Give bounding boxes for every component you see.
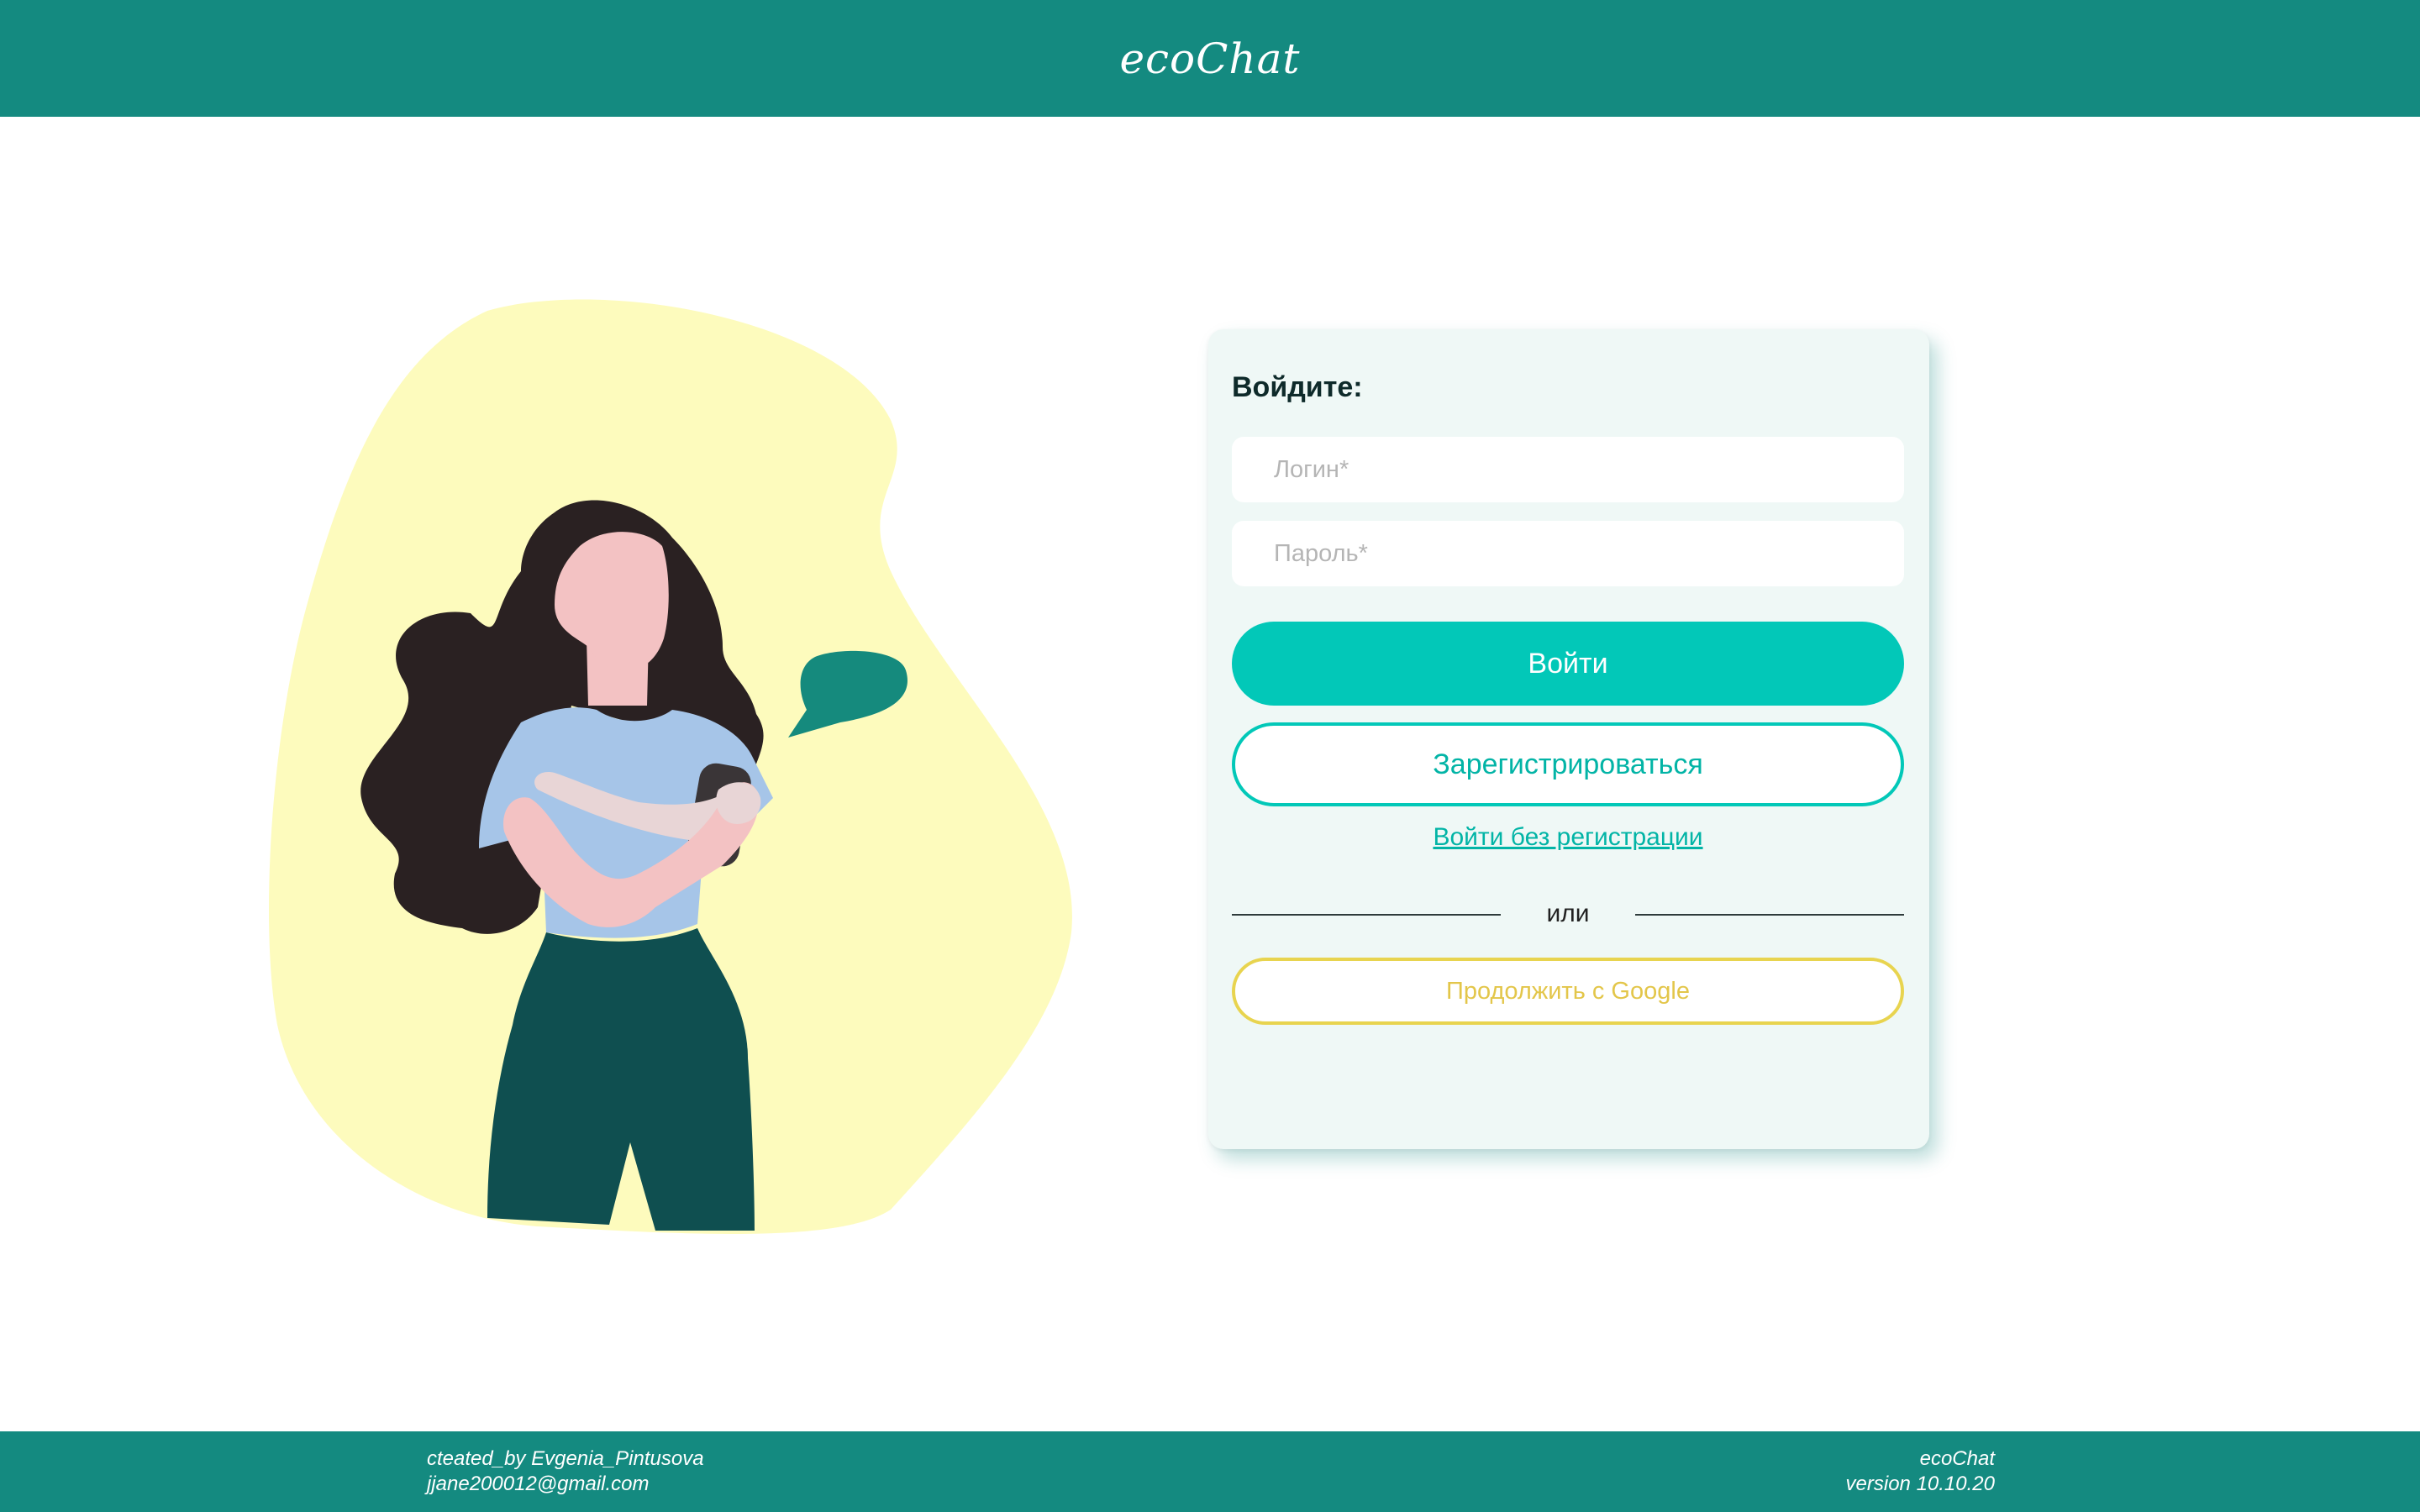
login-card: Войдите: Войти Зарегистрироваться Войти … <box>1208 329 1929 1149</box>
page-footer: cteated_by Evgenia_Pintusova jjane200012… <box>0 1431 2420 1512</box>
brand-logo[interactable]: ecoChat <box>1119 34 1300 83</box>
hero-illustration <box>252 286 1109 1252</box>
footer-app-info: ecoChat version 10.10.20 <box>1846 1446 1995 1497</box>
register-button[interactable]: Зарегистрироваться <box>1232 722 1904 806</box>
guest-login-link[interactable]: Войти без регистрации <box>1232 823 1904 852</box>
or-divider: или <box>1232 897 1904 931</box>
google-login-button[interactable]: Продолжить с Google <box>1232 958 1904 1025</box>
footer-version: version 10.10.20 <box>1845 1473 1995 1495</box>
password-input[interactable] <box>1232 521 1904 586</box>
divider-line-right <box>1635 914 1904 916</box>
footer-author: cteated_by Evgenia_Pintusova <box>427 1447 704 1470</box>
app-root: ecoChat Войдите: Логин* Войти Зарегистри… <box>0 0 2420 1512</box>
footer-app-name: ecoChat <box>1919 1447 1995 1470</box>
woman-with-phone-illustration <box>269 299 1072 1234</box>
footer-credits: cteated_by Evgenia_Pintusova jjane200012… <box>427 1446 704 1497</box>
login-button[interactable]: Войти <box>1232 622 1904 706</box>
top-header: ecoChat <box>0 0 2420 117</box>
login-title: Войдите: <box>1232 371 1363 403</box>
footer-email: jjane200012@gmail.com <box>427 1473 650 1495</box>
login-input[interactable] <box>1232 437 1904 502</box>
